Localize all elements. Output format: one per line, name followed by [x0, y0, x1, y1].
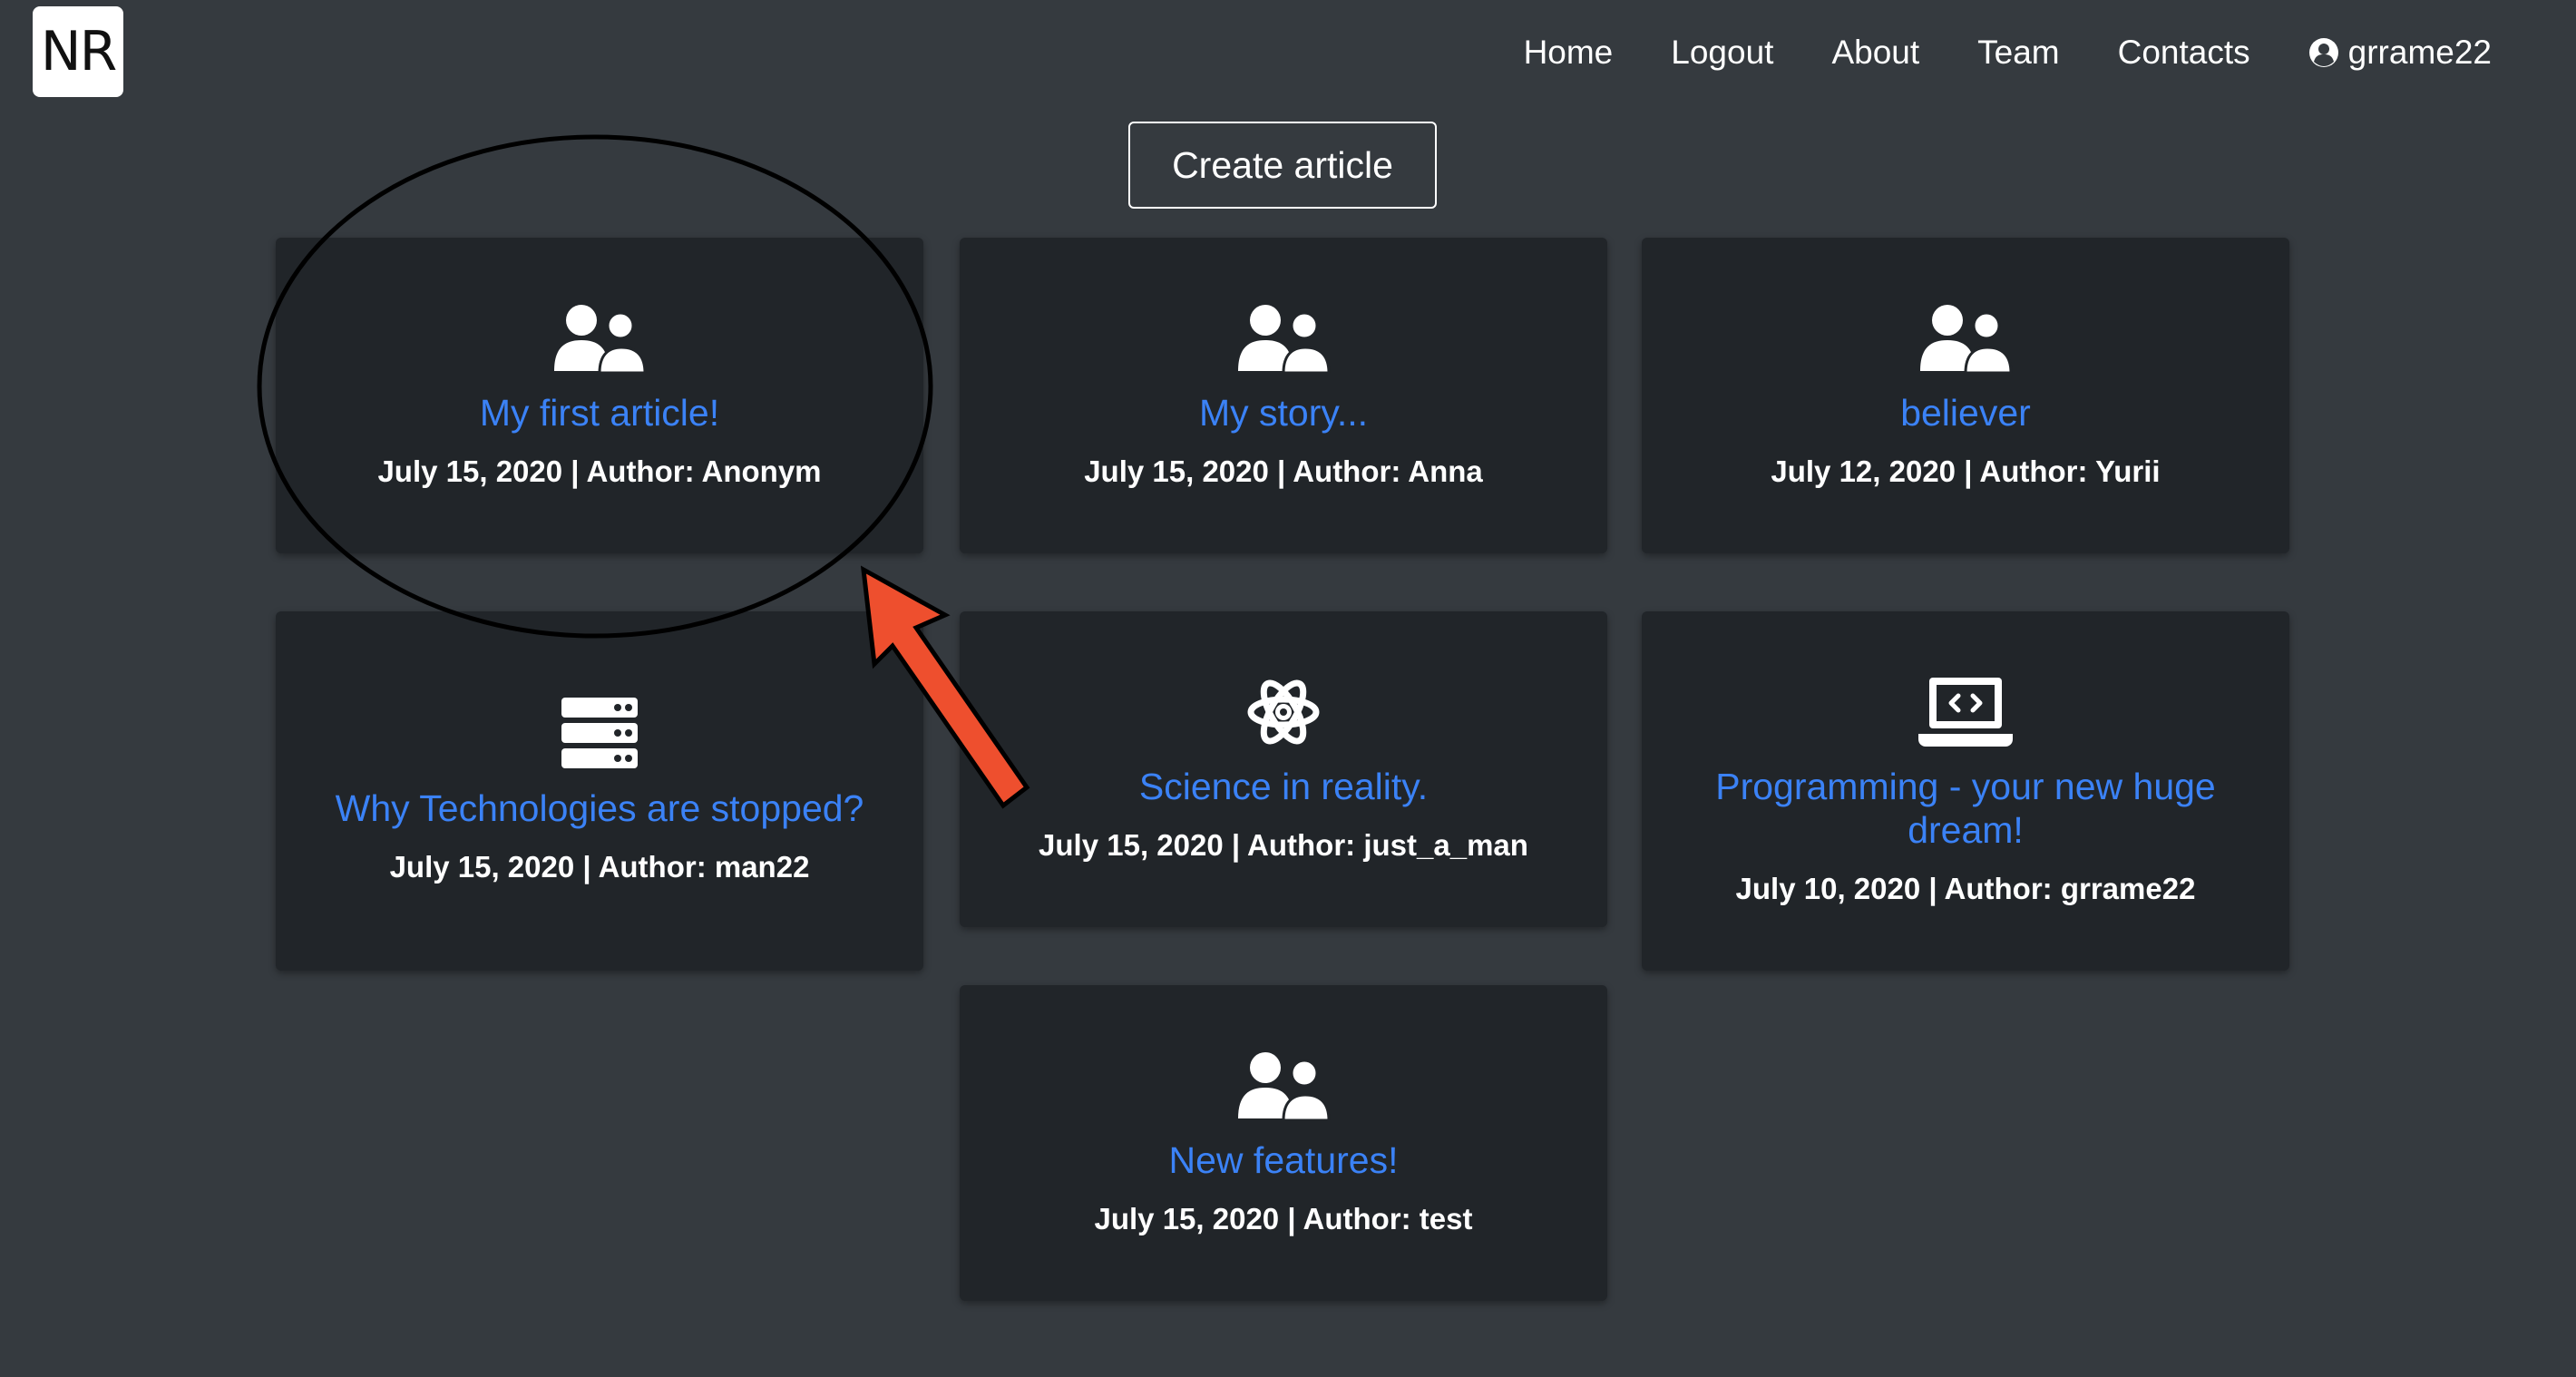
- server-icon: [552, 698, 647, 770]
- logo-text: NR: [40, 20, 118, 83]
- article-card[interactable]: My first article! July 15, 2020 | Author…: [276, 238, 923, 553]
- article-title-link[interactable]: believer: [1864, 391, 2067, 435]
- page: NR Home Logout About Team Contacts grram…: [0, 0, 2576, 1377]
- nav-logout-link[interactable]: Logout: [1671, 34, 1773, 72]
- user-circle-icon: [2308, 38, 2338, 67]
- article-card[interactable]: Why Technologies are stopped? July 15, 2…: [276, 611, 923, 971]
- users-icon: [552, 302, 647, 375]
- logo[interactable]: NR: [33, 6, 123, 97]
- article-title-link[interactable]: My story...: [1163, 391, 1404, 435]
- article-card[interactable]: Science in reality. July 15, 2020 | Auth…: [960, 611, 1607, 927]
- article-meta: July 15, 2020 | Author: man22: [389, 850, 810, 884]
- laptop-code-icon: [1918, 676, 2013, 748]
- article-title-link[interactable]: New features!: [1133, 1138, 1435, 1182]
- create-article-button[interactable]: Create article: [1128, 122, 1437, 209]
- users-icon: [1236, 302, 1331, 375]
- article-meta: July 15, 2020 | Author: Anna: [1084, 454, 1483, 488]
- article-meta: July 15, 2020 | Author: test: [1094, 1202, 1473, 1235]
- nav-about-link[interactable]: About: [1831, 34, 1919, 72]
- article-title-link[interactable]: Programming - your new huge dream!: [1642, 765, 2289, 852]
- article-meta: July 10, 2020 | Author: grrame22: [1735, 872, 2196, 905]
- article-meta: July 12, 2020 | Author: Yurii: [1771, 454, 2161, 488]
- nav-username: grrame22: [2347, 34, 2492, 71]
- users-icon: [1918, 302, 2013, 375]
- article-meta: July 15, 2020 | Author: just_a_man: [1039, 828, 1528, 862]
- main-nav: Home Logout About Team Contacts grrame22: [1524, 25, 2492, 80]
- article-title-link[interactable]: My first article!: [444, 391, 756, 435]
- article-card[interactable]: New features! July 15, 2020 | Author: te…: [960, 985, 1607, 1301]
- nav-user-link[interactable]: grrame22: [2308, 34, 2492, 72]
- article-card[interactable]: believer July 12, 2020 | Author: Yurii: [1642, 238, 2289, 553]
- article-title-link[interactable]: Science in reality.: [1103, 765, 1464, 808]
- nav-home-link[interactable]: Home: [1524, 34, 1614, 72]
- article-title-link[interactable]: Why Technologies are stopped?: [299, 786, 901, 830]
- nav-contacts-link[interactable]: Contacts: [2118, 34, 2250, 72]
- article-card[interactable]: My story... July 15, 2020 | Author: Anna: [960, 238, 1607, 553]
- users-icon: [1236, 1050, 1331, 1122]
- article-card[interactable]: Programming - your new huge dream! July …: [1642, 611, 2289, 971]
- article-meta: July 15, 2020 | Author: Anonym: [377, 454, 822, 488]
- nav-team-link[interactable]: Team: [1977, 34, 2059, 72]
- atom-icon: [1236, 676, 1331, 748]
